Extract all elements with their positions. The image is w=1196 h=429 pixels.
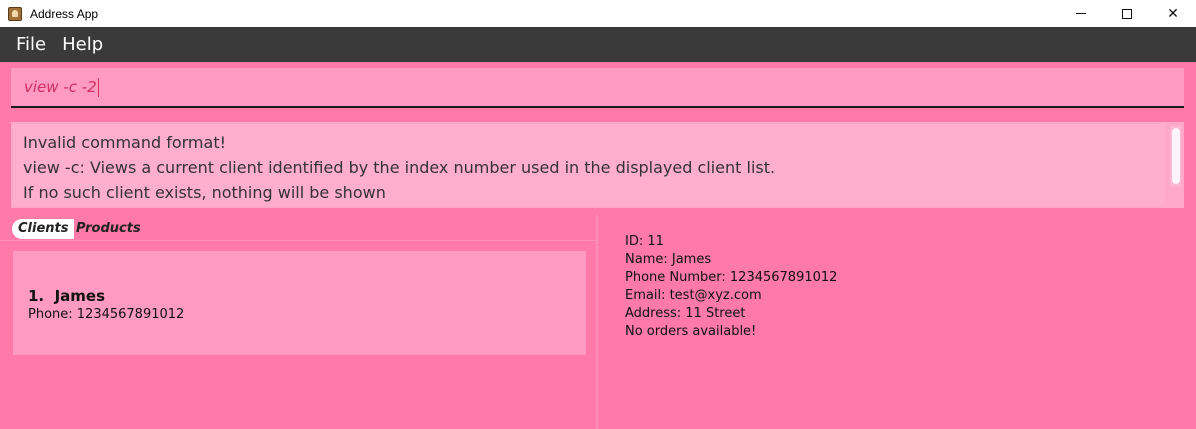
client-name-text: James xyxy=(54,287,106,305)
detail-id: ID: 11 xyxy=(625,234,664,249)
command-input[interactable]: view -c -2 xyxy=(11,68,1184,108)
client-index: 1. xyxy=(28,287,45,305)
minimize-button[interactable] xyxy=(1058,0,1104,27)
result-line: view -c: Views a current client identifi… xyxy=(23,158,776,177)
client-phone: Phone: 1234567891012 xyxy=(28,307,185,322)
menu-help[interactable]: Help xyxy=(54,34,111,55)
detail-email: Email: test@xyz.com xyxy=(625,288,762,303)
close-icon: ✕ xyxy=(1167,5,1179,22)
scrollbar-thumb[interactable] xyxy=(1172,128,1180,184)
client-detail-panel: ID: 11 Name: James Phone Number: 1234567… xyxy=(600,215,1196,429)
detail-name: Name: James xyxy=(625,252,712,267)
tab-clients[interactable]: Clients xyxy=(12,219,75,239)
maximize-icon xyxy=(1122,8,1132,19)
client-list-panel: Clients Products 1. James Phone: 1234567… xyxy=(0,215,598,429)
result-display: Invalid command format! view -c: Views a… xyxy=(11,122,1184,208)
menu-bar: File Help xyxy=(0,27,1196,62)
tab-products[interactable]: Products xyxy=(76,219,141,239)
address-book-icon xyxy=(8,6,22,21)
command-area: view -c -2 xyxy=(0,62,1196,116)
minimize-icon xyxy=(1076,13,1086,14)
maximize-button[interactable] xyxy=(1104,0,1150,27)
result-text-area[interactable]: Invalid command format! view -c: Views a… xyxy=(13,124,1165,206)
text-caret xyxy=(97,77,99,97)
detail-orders: No orders available! xyxy=(625,324,757,339)
title-bar: Address App ✕ xyxy=(0,0,1196,27)
client-card[interactable]: 1. James Phone: 1234567891012 xyxy=(13,251,586,355)
detail-phone: Phone Number: 1234567891012 xyxy=(625,270,838,285)
window-title: Address App xyxy=(30,6,99,21)
result-line: Invalid command format! xyxy=(23,133,227,152)
client-name: 1. James xyxy=(28,287,571,305)
command-text: view -c -2 xyxy=(24,78,97,96)
close-button[interactable]: ✕ xyxy=(1150,0,1196,27)
result-scrollbar[interactable] xyxy=(1170,126,1181,186)
menu-file[interactable]: File xyxy=(8,34,54,55)
result-line: If no such client exists, nothing will b… xyxy=(23,183,386,202)
tab-bar: Clients Products xyxy=(0,215,598,241)
detail-address: Address: 11 Street xyxy=(625,306,746,321)
window-controls: ✕ xyxy=(1058,0,1196,27)
